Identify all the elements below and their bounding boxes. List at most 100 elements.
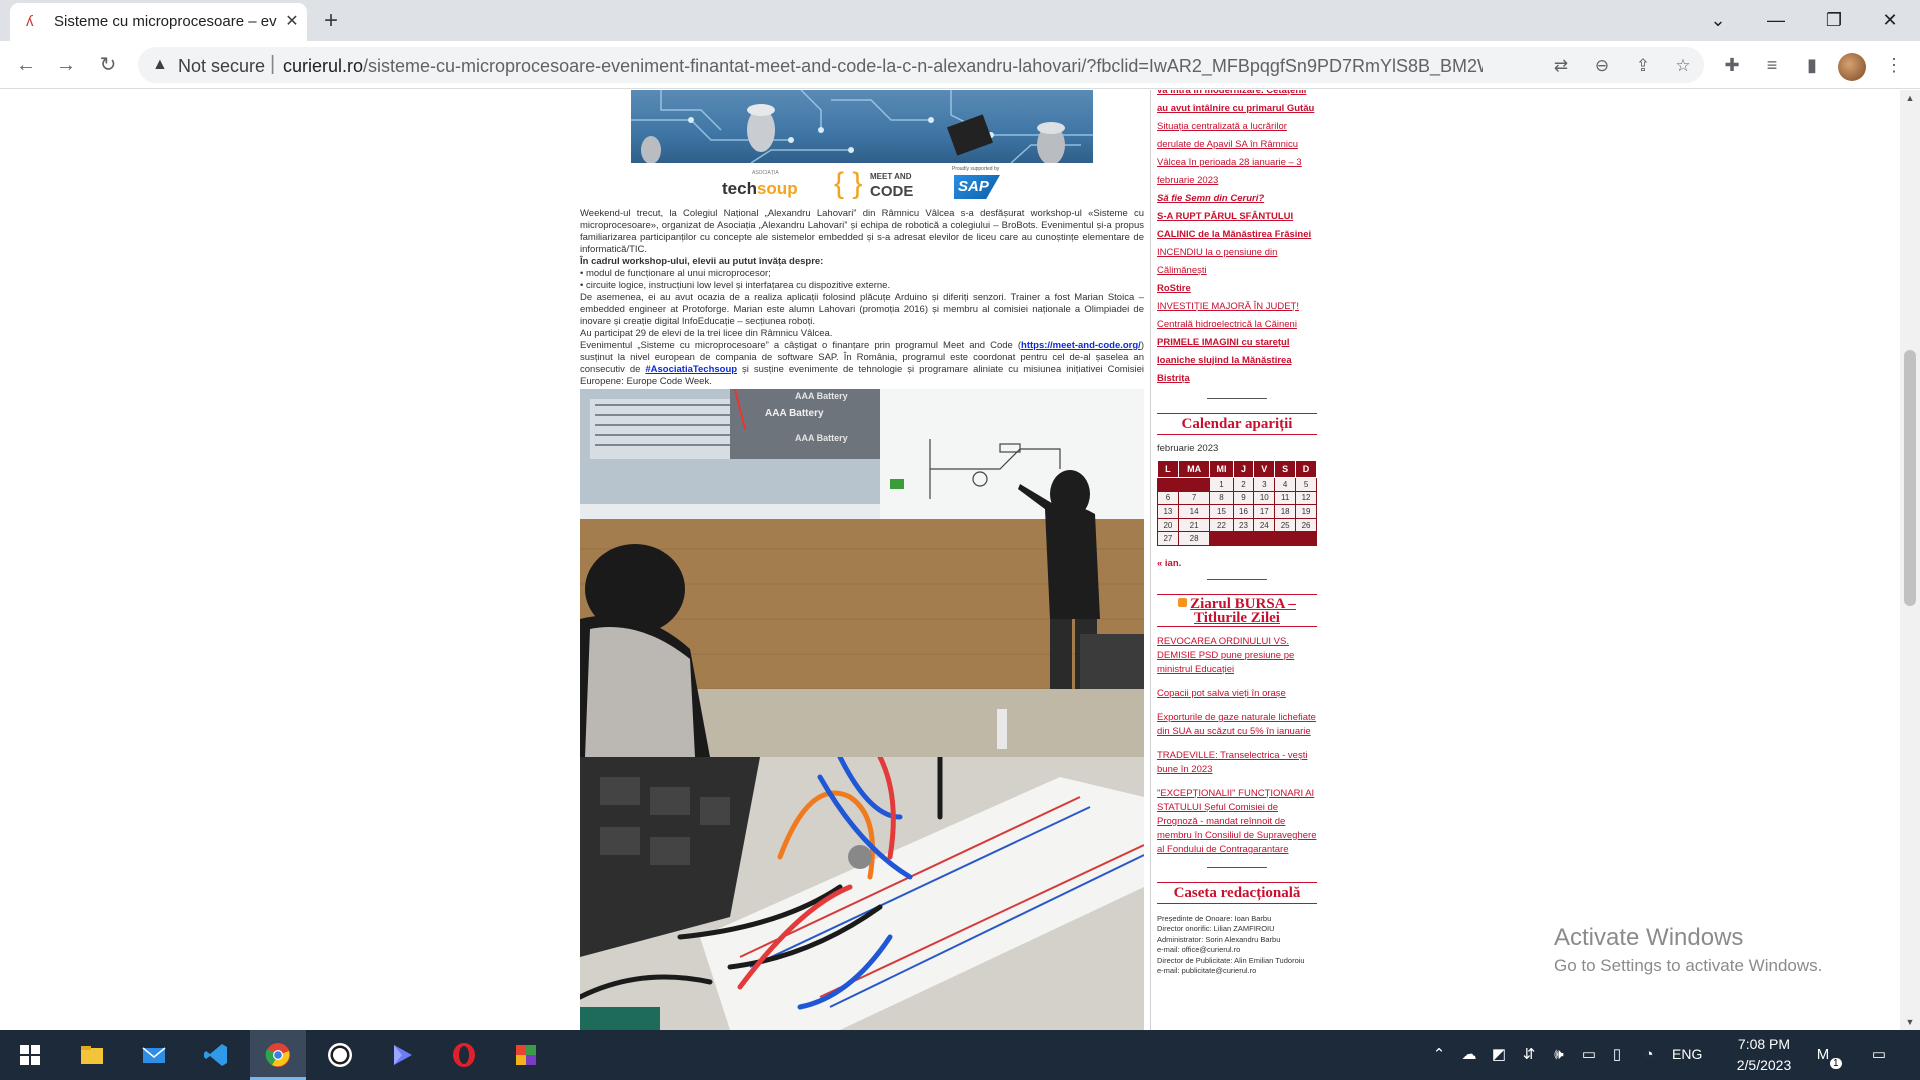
sidebar-news-link[interactable]: INCENDIU la o pensiune din (1157, 244, 1317, 262)
bursa-news-link[interactable]: TRADEVILLE: Transelectrica - vești bune … (1157, 749, 1317, 777)
bursa-news-link[interactable]: REVOCAREA ORDINULUI VS. DEMISIE PSD pune… (1157, 635, 1317, 677)
sidebar-news-link[interactable]: Ioaniche slujind la Mănăstirea (1157, 352, 1317, 370)
calendar-day-cell: 11 (1274, 490, 1297, 506)
sidebar-news-link[interactable]: PRIMELE IMAGINI cu starețul (1157, 334, 1317, 352)
language-indicator[interactable]: ENG (1672, 1046, 1702, 1062)
sap-small-label: Proudly supported by (952, 166, 1000, 172)
extensions-icon[interactable]: ✚ (1720, 53, 1744, 77)
sidebar-news-link[interactable]: va intra în modernizare. Cetățenii (1157, 90, 1317, 100)
article-text: Evenimentul „Sisteme cu microprocesoare”… (580, 340, 1022, 351)
sidebar-news-link[interactable]: Vâlcea în perioada 28 ianuarie – 3 (1157, 154, 1317, 172)
calendar-empty-cell (1209, 531, 1234, 546)
sidebar-news-link[interactable]: Situația centralizată a lucrărilor (1157, 118, 1317, 136)
url-host: curierul.ro (283, 56, 364, 76)
settings-sync-icon[interactable]: ⇵ (1518, 1044, 1540, 1066)
taskbar-mail[interactable] (126, 1030, 182, 1080)
reading-list-icon[interactable]: ≡ (1760, 53, 1784, 77)
sidepanel-icon[interactable]: ▮ (1800, 53, 1824, 77)
share-icon[interactable]: ⇪ (1632, 55, 1654, 77)
security-label[interactable]: Not secure (178, 56, 265, 77)
section-divider (1207, 866, 1267, 868)
activate-title: Activate Windows (1554, 924, 1744, 951)
sidebar-news-link[interactable]: S-A RUPT PĂRUL SFÂNTULUI (1157, 208, 1317, 226)
meet-and-code-link[interactable]: https://meet-and-code.org/ (1021, 340, 1141, 351)
calendar-day-cell: 5 (1295, 477, 1317, 492)
start-button[interactable] (2, 1030, 58, 1080)
sidebar-news-link[interactable]: Călimănești (1157, 262, 1317, 280)
sidebar-news-link[interactable]: februarie 2023 (1157, 172, 1317, 190)
sidebar-news-link[interactable]: au avut întâlnire cu primarul Gutău (1157, 100, 1317, 118)
techsoup-hashtag-link[interactable]: #AsociatiaTechsoup (645, 364, 737, 375)
bursa-news-link[interactable]: Copacii pot salva vieți în orașe (1157, 687, 1317, 701)
bursa-feed-title[interactable]: Ziarul BURSA – Titlurile Zilei (1157, 593, 1317, 627)
tab-active[interactable]: ʎ Sisteme cu microprocesoare – ev ✕ (10, 3, 307, 41)
bursa-news-link[interactable]: Exporturile de gaze naturale lichefiate … (1157, 711, 1317, 739)
taskbar-opera[interactable] (436, 1030, 492, 1080)
taskbar-file-explorer[interactable] (64, 1030, 120, 1080)
calendar-day-cell: 14 (1177, 504, 1211, 519)
translate-icon[interactable]: ⇄ (1550, 55, 1572, 77)
star-icon[interactable]: ☆ (1672, 55, 1694, 77)
forward-button[interactable]: → (52, 51, 80, 79)
article-paragraph: Weekend-ul trecut, la Colegiul Național … (580, 208, 1144, 255)
volume-icon[interactable]: 🕪 (1548, 1044, 1570, 1066)
address-bar[interactable]: ▲ Not secure | curierul.ro/sisteme-cu-mi… (138, 47, 1704, 83)
show-hidden-icons-chevron-icon[interactable]: ⌃ (1428, 1044, 1450, 1066)
battery-icon[interactable]: ▭ (1578, 1044, 1600, 1066)
onedrive-icon[interactable]: ☁ (1458, 1044, 1480, 1066)
close-window-button[interactable]: ✕ (1868, 3, 1912, 37)
calendar-prev-link[interactable]: « ian. (1157, 558, 1317, 569)
bursa-news-link[interactable]: "EXCEPȚIONALII" FUNCȚIONARI AI STATULUI … (1157, 787, 1317, 857)
minimize-button[interactable]: — (1754, 3, 1798, 37)
taskbar-vscode[interactable] (188, 1030, 244, 1080)
calendar-empty-cell (1253, 531, 1276, 546)
back-button[interactable]: ← (12, 51, 40, 79)
device-icon[interactable]: ▯ (1606, 1044, 1628, 1066)
new-tab-button[interactable]: + (316, 7, 346, 37)
sidebar-news-link[interactable]: INVESTIȚIE MAJORĂ ÎN JUDEȚ! (1157, 298, 1317, 316)
sidebar-news-link[interactable]: RoStire (1157, 280, 1317, 298)
menu-icon[interactable]: ⋮ (1882, 53, 1906, 77)
taskbar-chrome[interactable] (250, 1030, 306, 1080)
meetcode-bottom: CODE (870, 183, 914, 200)
page-scrollbar[interactable]: ▲ ▼ (1900, 90, 1920, 1030)
taskbar-whatsapp[interactable] (312, 1030, 368, 1080)
techsoup-soup: soup (756, 179, 798, 198)
vscode-icon (204, 1044, 227, 1066)
hero-image (631, 90, 1093, 163)
sidebar-news-link[interactable]: derulate de Apavil SA în Râmnicu (1157, 136, 1317, 154)
clock-time[interactable]: 7:08 PM (1724, 1036, 1804, 1052)
action-center-icon[interactable]: ▭ (1868, 1044, 1890, 1066)
article-subheading: În cadrul workshop-ului, elevii au putut… (580, 256, 824, 267)
clock-date[interactable]: 2/5/2023 (1724, 1057, 1804, 1073)
tab-search-button[interactable]: ⌄ (1696, 3, 1740, 37)
url-text[interactable]: curierul.ro/sisteme-cu-microprocesoare-e… (283, 56, 1483, 77)
editorial-line: e-mail: publicitate@curierul.ro (1157, 966, 1257, 976)
warning-icon[interactable]: ▲ (152, 55, 172, 75)
scroll-thumb[interactable] (1904, 350, 1916, 606)
tab-close-button[interactable]: ✕ (282, 12, 302, 32)
restore-button[interactable]: ❐ (1812, 3, 1856, 37)
calendar-day-cell: 24 (1253, 517, 1276, 533)
sidebar-news-link[interactable]: Să fie Semn din Ceruri? (1157, 190, 1317, 208)
section-divider (1207, 398, 1267, 399)
taskbar-copilot[interactable] (374, 1030, 430, 1080)
profile-avatar[interactable] (1838, 53, 1866, 81)
calendar-weekday-header: S (1274, 460, 1297, 478)
sidebar-news-link[interactable]: Bistrița (1157, 370, 1317, 388)
sidebar-news-link[interactable]: Centrală hidroelectrică la Căineni (1157, 316, 1317, 334)
scroll-down-arrow-icon[interactable]: ▼ (1900, 1014, 1920, 1030)
bursa-news-list: REVOCAREA ORDINULUI VS. DEMISIE PSD pune… (1157, 635, 1317, 857)
calendar-weekday-header: V (1253, 460, 1276, 478)
calendar-day-cell: 13 (1157, 504, 1179, 519)
scroll-up-arrow-icon[interactable]: ▲ (1900, 90, 1920, 106)
taskbar-office[interactable] (498, 1030, 554, 1080)
calendar-day-cell: 27 (1157, 531, 1179, 546)
reload-button[interactable]: ↻ (94, 51, 122, 79)
zoom-icon[interactable]: ⊖ (1591, 55, 1613, 77)
battery-label-2: AAA Battery (765, 408, 824, 419)
calendar-day-cell: 21 (1177, 517, 1211, 533)
sidebar-news-link[interactable]: CALINIC de la Mănăstirea Frăsinei (1157, 226, 1317, 244)
tray-app-icon[interactable]: ◩ (1488, 1044, 1510, 1066)
wifi-icon[interactable]: ◔ (1638, 1044, 1660, 1066)
